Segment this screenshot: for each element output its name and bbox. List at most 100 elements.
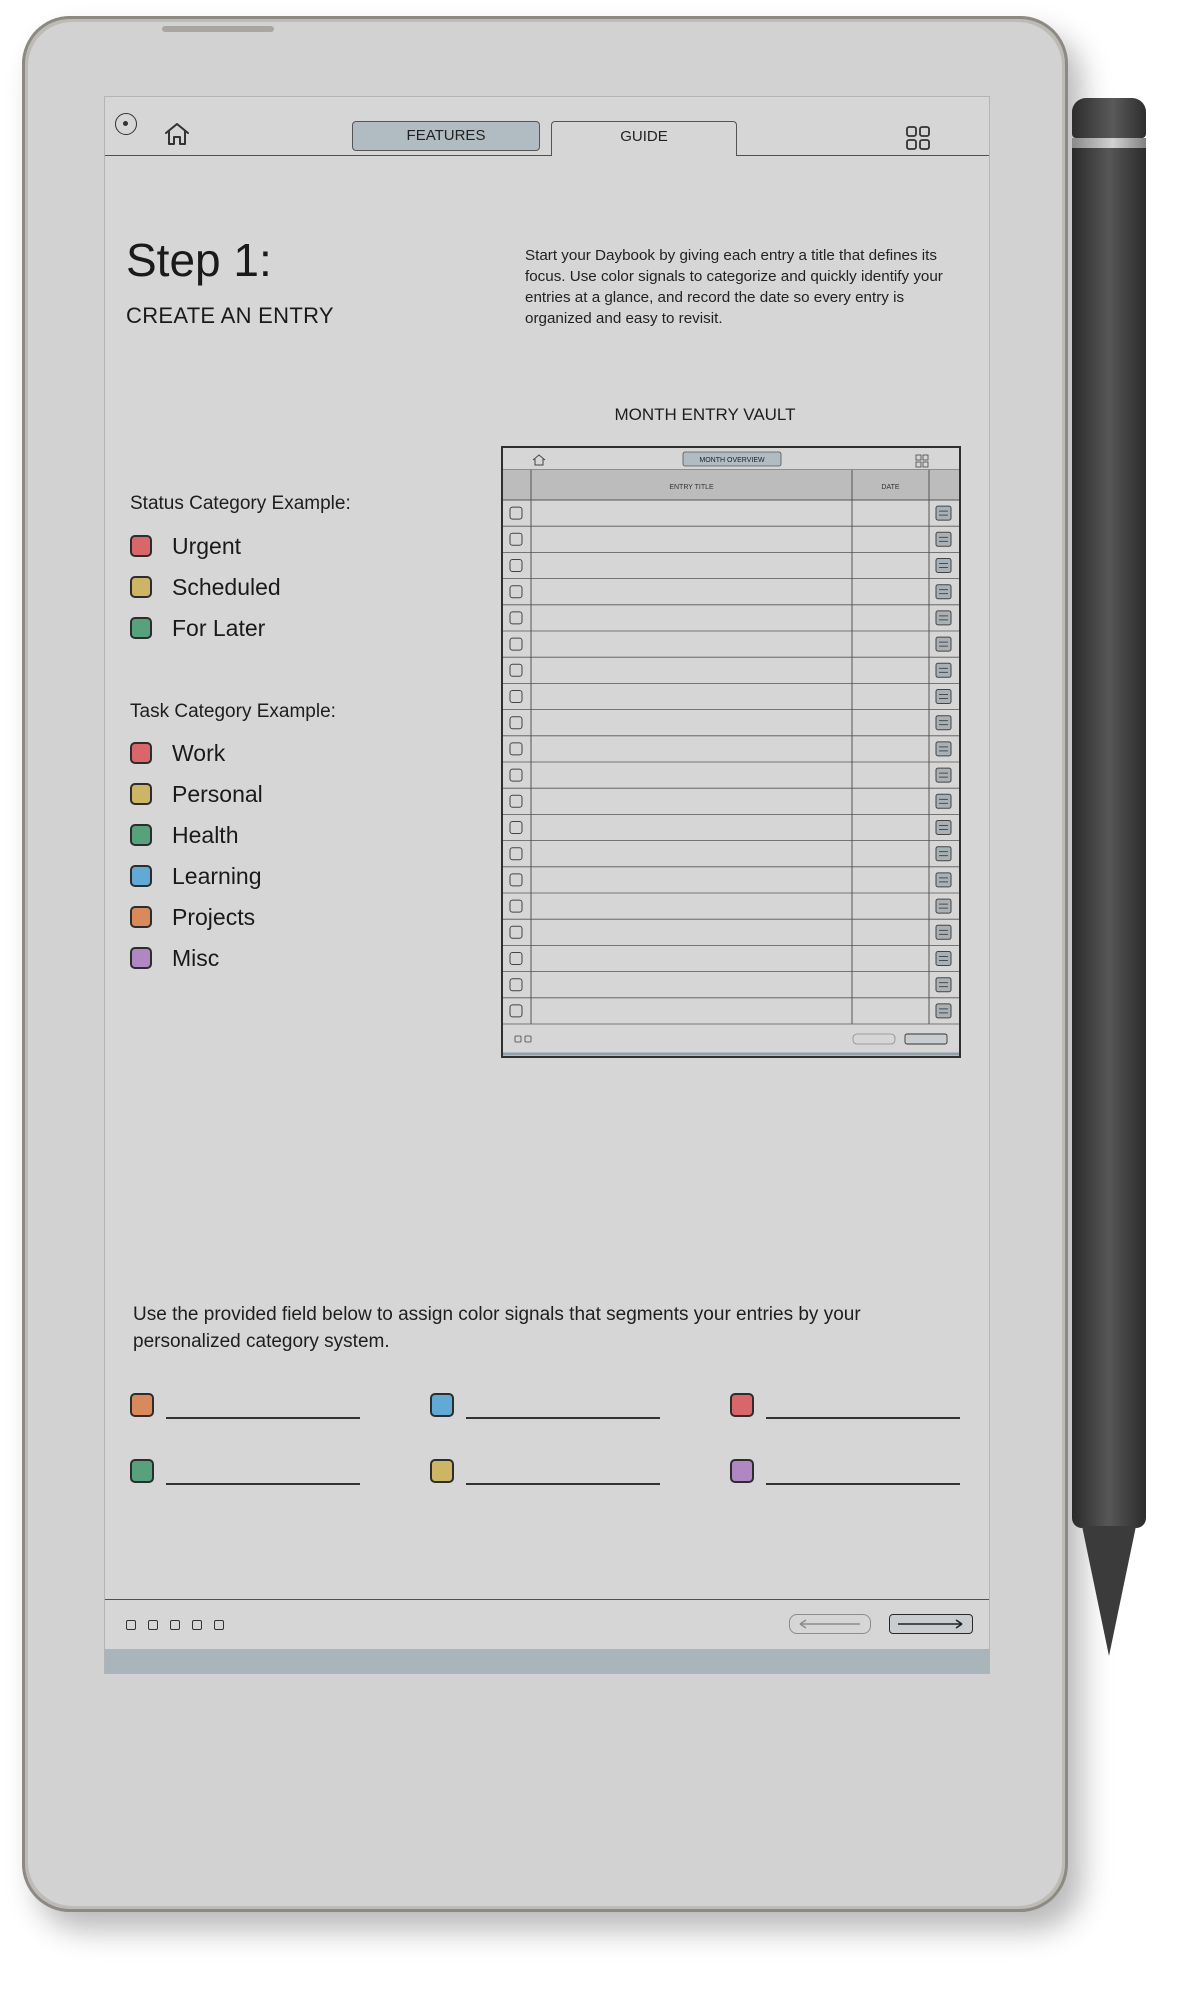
- color-swatch: [130, 783, 152, 805]
- vault-calendar-icon: [935, 531, 952, 547]
- legend-label: Health: [172, 821, 239, 848]
- next-page-button[interactable]: [889, 1614, 973, 1634]
- page-dot[interactable]: [148, 1620, 158, 1630]
- vault-grid-icon: [915, 461, 922, 468]
- legend-item-personal: Personal: [130, 779, 263, 809]
- vault-calendar-icon: [935, 505, 952, 521]
- vault-calendar-icon: [935, 872, 952, 888]
- assign-slot[interactable]: [130, 1393, 370, 1423]
- bottom-accent-bar: [105, 1649, 989, 1673]
- step-subtitle: CREATE AN ENTRY: [126, 303, 334, 328]
- color-swatch: [730, 1393, 754, 1417]
- circle-dot-icon[interactable]: [115, 113, 137, 135]
- vault-grid-icon: [922, 461, 929, 468]
- vault-calendar-icon: [935, 767, 952, 783]
- vault-calendar-icon: [935, 977, 952, 993]
- vault-row-checkbox: [509, 952, 523, 965]
- vault-grid-icon: [922, 454, 929, 461]
- page-dot[interactable]: [192, 1620, 202, 1630]
- color-swatch: [130, 865, 152, 887]
- vault-row-checkbox: [509, 716, 523, 730]
- stylus-cap: [1072, 98, 1146, 138]
- legend-label: Scheduled: [172, 573, 281, 600]
- screen: FEATURES GUIDE Step 1: CREATE AN ENTRY S…: [104, 96, 990, 1674]
- category-write-line[interactable]: [166, 1417, 360, 1419]
- vault-row-checkbox: [509, 663, 523, 677]
- vault-title: MONTH ENTRY VAULT: [614, 405, 796, 424]
- vault-calendar-icon: [935, 610, 952, 626]
- tab-features[interactable]: FEATURES: [352, 121, 540, 151]
- vault-calendar-icon: [935, 820, 952, 835]
- category-write-line[interactable]: [466, 1483, 660, 1485]
- vault-row-checkbox: [509, 794, 523, 808]
- vault-calendar-icon: [935, 636, 952, 652]
- color-swatch: [130, 535, 152, 557]
- vault-calendar-icon: [935, 662, 952, 678]
- vault-calendar-icon: [935, 1003, 952, 1019]
- assign-note: Use the provided field below to assign c…: [133, 1304, 861, 1352]
- vault-home-icon: [532, 454, 546, 466]
- vault-calendar-icon: [935, 584, 952, 600]
- legend-item-projects: Projects: [130, 902, 255, 932]
- legend-label: Misc: [172, 944, 220, 971]
- legend-label: For Later: [172, 614, 266, 641]
- vault-row-checkbox: [509, 559, 523, 572]
- legend-label: Projects: [172, 903, 256, 930]
- color-swatch: [130, 1393, 154, 1417]
- top-navigation-bar: FEATURES GUIDE: [105, 97, 989, 156]
- vault-preview-graphic: MONTH OVERVIEW ENTRY TITLE DATE: [503, 451, 959, 1056]
- step-title: Step 1:: [126, 234, 272, 286]
- stylus-ring: [1072, 138, 1146, 148]
- vault-row-checkbox: [509, 637, 523, 651]
- color-swatch: [430, 1459, 454, 1483]
- arrow-right-icon: [898, 1619, 963, 1629]
- assign-slot[interactable]: [730, 1393, 970, 1423]
- assign-slot[interactable]: [130, 1459, 370, 1489]
- page-dot[interactable]: [170, 1620, 180, 1630]
- color-swatch: [430, 1393, 454, 1417]
- assign-slot[interactable]: [430, 1393, 670, 1423]
- color-swatch: [130, 617, 152, 639]
- vault-row-checkbox: [509, 978, 523, 992]
- legend-label: Learning: [172, 862, 262, 889]
- vault-row-checkbox: [509, 532, 523, 546]
- color-swatch: [730, 1459, 754, 1483]
- color-swatch: [130, 824, 152, 846]
- legend-item-scheduled: Scheduled: [130, 572, 281, 602]
- legend-item-for-later: For Later: [130, 613, 265, 643]
- legend-item-misc: Misc: [130, 943, 219, 973]
- tab-guide[interactable]: GUIDE: [551, 121, 737, 156]
- assign-slot[interactable]: [730, 1459, 970, 1489]
- vault-calendar-icon: [935, 898, 952, 914]
- vault-row-checkbox: [509, 690, 523, 703]
- status-category-label: Status Category Example:: [130, 493, 351, 514]
- category-write-line[interactable]: [166, 1483, 360, 1485]
- vault-row-checkbox: [509, 847, 523, 861]
- category-write-line[interactable]: [766, 1417, 960, 1419]
- page-dot[interactable]: [214, 1620, 224, 1630]
- vault-row-checkbox: [509, 821, 523, 834]
- legend-label: Urgent: [172, 532, 242, 559]
- vault-row-checkbox: [509, 585, 523, 599]
- prev-page-button[interactable]: [789, 1614, 871, 1634]
- color-swatch: [130, 742, 152, 764]
- vault-row-checkbox: [509, 873, 523, 887]
- vault-calendar-icon: [935, 951, 952, 966]
- vault-grid-icon: [915, 454, 922, 461]
- home-icon[interactable]: [163, 121, 191, 147]
- assign-slot[interactable]: [430, 1459, 670, 1489]
- category-write-line[interactable]: [766, 1483, 960, 1485]
- vault-footer-prev: [852, 1033, 896, 1045]
- legend-item-work: Work: [130, 738, 225, 768]
- color-swatch: [130, 947, 152, 969]
- page-dot[interactable]: [126, 1620, 136, 1630]
- grid-icon[interactable]: [905, 125, 931, 151]
- month-entry-vault-preview: MONTH OVERVIEW ENTRY TITLE DATE: [501, 446, 961, 1058]
- color-swatch: [130, 1459, 154, 1483]
- vault-row-checkbox: [509, 742, 523, 756]
- category-write-line[interactable]: [466, 1417, 660, 1419]
- vault-calendar-icon: [935, 846, 952, 862]
- vault-col-date: DATE: [881, 484, 899, 491]
- vault-row-checkbox: [509, 768, 523, 782]
- vault-calendar-icon: [935, 741, 952, 757]
